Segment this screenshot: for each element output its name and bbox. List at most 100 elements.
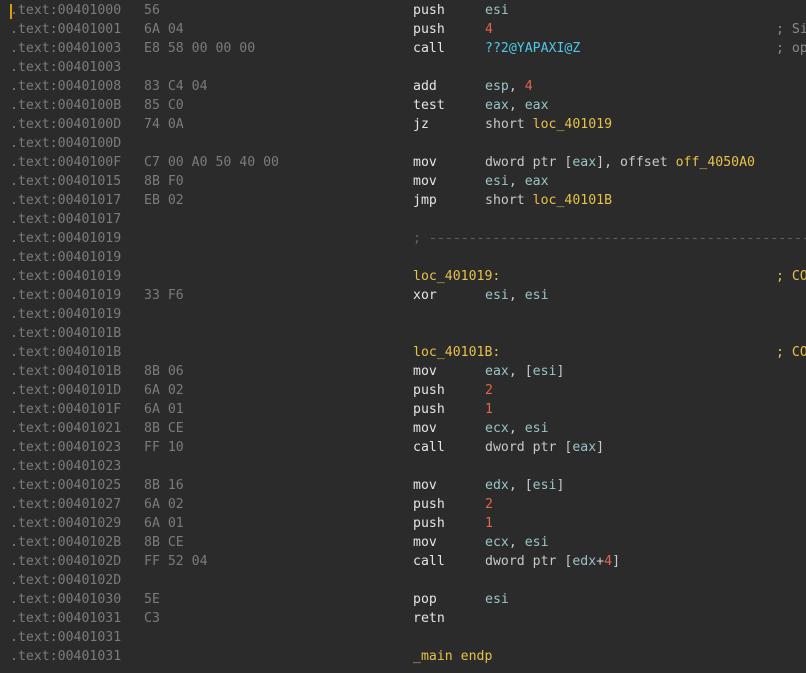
operands[interactable]: ecx, esi bbox=[485, 419, 549, 438]
disasm-line[interactable]: .text:00401029 6A 01 push 1 bbox=[0, 514, 806, 533]
address[interactable]: .text:00401023 bbox=[10, 457, 121, 476]
disasm-line[interactable]: .text:00401017 bbox=[0, 210, 806, 229]
mnemonic[interactable]: call bbox=[413, 438, 445, 457]
address[interactable]: .text:00401017 bbox=[10, 191, 121, 210]
address[interactable]: .text:0040100B bbox=[10, 96, 121, 115]
disasm-line[interactable]: .text:0040101B loc_40101B: ; CO bbox=[0, 343, 806, 362]
address[interactable]: .text:0040101F bbox=[10, 400, 121, 419]
operands[interactable]: short loc_40101B bbox=[485, 191, 612, 210]
address[interactable]: .text:0040100D bbox=[10, 134, 121, 153]
mnemonic[interactable]: push bbox=[413, 400, 445, 419]
disassembly-view[interactable]: .text:00401000 56 push esi .text:00401001 6A … bbox=[0, 0, 806, 673]
address[interactable]: .text:00401017 bbox=[10, 210, 121, 229]
disasm-line[interactable]: .text:00401003 bbox=[0, 58, 806, 77]
disasm-line[interactable]: .text:00401015 8B F0 mov esi, eax bbox=[0, 172, 806, 191]
disasm-line[interactable]: .text:00401019 bbox=[0, 248, 806, 267]
mnemonic[interactable]: jz bbox=[413, 115, 429, 134]
disasm-line[interactable]: .text:00401030 5E pop esi bbox=[0, 590, 806, 609]
operands[interactable]: short loc_401019 bbox=[485, 115, 612, 134]
address[interactable]: .text:00401000 bbox=[10, 1, 121, 20]
disasm-line[interactable]: .text:00401017 EB 02 jmp short loc_40101B bbox=[0, 191, 806, 210]
disasm-line[interactable]: .text:00401019 ; ------------------------… bbox=[0, 229, 806, 248]
address[interactable]: .text:00401019 bbox=[10, 248, 121, 267]
disasm-line[interactable]: .text:00401019 loc_401019: ; CO bbox=[0, 267, 806, 286]
operands[interactable]: esi bbox=[485, 590, 509, 609]
mnemonic[interactable]: mov bbox=[413, 476, 437, 495]
disasm-line[interactable]: .text:0040101B 8B 06 mov eax, [esi] bbox=[0, 362, 806, 381]
address[interactable]: .text:0040101B bbox=[10, 324, 121, 343]
disasm-line[interactable]: .text:00401031 _main endp bbox=[0, 647, 806, 666]
address[interactable]: .text:0040100D bbox=[10, 115, 121, 134]
operands[interactable]: esi, eax bbox=[485, 172, 549, 191]
operands[interactable]: 4 bbox=[485, 20, 493, 39]
operands[interactable]: 1 bbox=[485, 400, 493, 419]
address[interactable]: .text:00401019 bbox=[10, 305, 121, 324]
address[interactable]: .text:00401003 bbox=[10, 39, 121, 58]
disasm-line[interactable]: .text:0040102D FF 52 04 call dword ptr [edx… bbox=[0, 552, 806, 571]
disasm-line[interactable]: .text:0040102B 8B CE mov ecx, esi bbox=[0, 533, 806, 552]
operands[interactable]: esp, 4 bbox=[485, 77, 533, 96]
operands[interactable]: eax, [esi] bbox=[485, 362, 564, 381]
mnemonic[interactable]: push bbox=[413, 381, 445, 400]
operands[interactable]: edx, [esi] bbox=[485, 476, 564, 495]
operands[interactable]: eax, eax bbox=[485, 96, 549, 115]
address[interactable]: .text:00401019 bbox=[10, 229, 121, 248]
address[interactable]: .text:00401001 bbox=[10, 20, 121, 39]
address[interactable]: .text:00401015 bbox=[10, 172, 121, 191]
mnemonic[interactable]: push bbox=[413, 20, 445, 39]
address[interactable]: .text:00401031 bbox=[10, 647, 121, 666]
address[interactable]: .text:00401008 bbox=[10, 77, 121, 96]
mnemonic[interactable]: mov bbox=[413, 419, 437, 438]
disasm-line[interactable]: .text:00401021 8B CE mov ecx, esi bbox=[0, 419, 806, 438]
mnemonic[interactable]: pop bbox=[413, 590, 437, 609]
disasm-line[interactable]: .text:0040100D bbox=[0, 134, 806, 153]
mnemonic[interactable]: xor bbox=[413, 286, 437, 305]
code-label[interactable]: _main endp bbox=[413, 647, 492, 666]
label-reference[interactable]: loc_40101B bbox=[533, 193, 612, 208]
operands[interactable]: dword ptr [edx+4] bbox=[485, 552, 620, 571]
disasm-line[interactable]: .text:00401027 6A 02 push 2 bbox=[0, 495, 806, 514]
disasm-line[interactable]: .text:00401019 bbox=[0, 305, 806, 324]
disasm-line[interactable]: .text:00401031 C3 retn bbox=[0, 609, 806, 628]
mnemonic[interactable]: push bbox=[413, 495, 445, 514]
disasm-line[interactable]: .text:00401001 6A 04 push 4 ; Si bbox=[0, 20, 806, 39]
disasm-line[interactable]: .text:00401008 83 C4 04 add esp, 4 bbox=[0, 77, 806, 96]
operands[interactable]: esi, esi bbox=[485, 286, 549, 305]
address[interactable]: .text:0040102D bbox=[10, 552, 121, 571]
mnemonic[interactable]: mov bbox=[413, 533, 437, 552]
disasm-line[interactable]: .text:00401000 56 push esi bbox=[0, 1, 806, 20]
mnemonic[interactable]: call bbox=[413, 552, 445, 571]
code-label[interactable]: loc_40101B: bbox=[413, 343, 500, 362]
mnemonic[interactable]: mov bbox=[413, 362, 437, 381]
address[interactable]: .text:00401019 bbox=[10, 286, 121, 305]
disasm-line[interactable]: .text:00401031 bbox=[0, 628, 806, 647]
address[interactable]: .text:0040101B bbox=[10, 362, 121, 381]
disasm-line[interactable]: .text:0040100B 85 C0 test eax, eax bbox=[0, 96, 806, 115]
mnemonic[interactable]: add bbox=[413, 77, 437, 96]
operands[interactable]: dword ptr [eax], offset off_4050A0 bbox=[485, 153, 755, 172]
mnemonic[interactable]: push bbox=[413, 1, 445, 20]
address[interactable]: .text:00401021 bbox=[10, 419, 121, 438]
disasm-line[interactable]: .text:0040101D 6A 02 push 2 bbox=[0, 381, 806, 400]
mnemonic[interactable]: test bbox=[413, 96, 445, 115]
mnemonic[interactable]: jmp bbox=[413, 191, 437, 210]
address[interactable]: .text:00401029 bbox=[10, 514, 121, 533]
address[interactable]: .text:0040102D bbox=[10, 571, 121, 590]
address[interactable]: .text:00401003 bbox=[10, 58, 121, 77]
address[interactable]: .text:00401031 bbox=[10, 628, 121, 647]
disasm-line[interactable]: .text:00401019 33 F6 xor esi, esi bbox=[0, 286, 806, 305]
function-reference[interactable]: ??2@YAPAXI@Z bbox=[485, 41, 580, 56]
disasm-line[interactable]: .text:0040100F C7 00 A0 50 40 00 mov dword … bbox=[0, 153, 806, 172]
label-reference[interactable]: off_4050A0 bbox=[676, 155, 755, 170]
disasm-line[interactable]: .text:0040101F 6A 01 push 1 bbox=[0, 400, 806, 419]
disasm-line[interactable]: .text:0040101B bbox=[0, 324, 806, 343]
mnemonic[interactable]: retn bbox=[413, 609, 445, 628]
address[interactable]: .text:00401019 bbox=[10, 267, 121, 286]
label-reference[interactable]: loc_401019 bbox=[533, 117, 612, 132]
disasm-line[interactable]: .text:0040100D 74 0A jz short loc_401019 bbox=[0, 115, 806, 134]
operands[interactable]: dword ptr [eax] bbox=[485, 438, 604, 457]
disasm-line[interactable]: .text:00401025 8B 16 mov edx, [esi] bbox=[0, 476, 806, 495]
operands[interactable]: ??2@YAPAXI@Z bbox=[485, 39, 580, 58]
address[interactable]: .text:0040102B bbox=[10, 533, 121, 552]
address[interactable]: .text:0040101D bbox=[10, 381, 121, 400]
